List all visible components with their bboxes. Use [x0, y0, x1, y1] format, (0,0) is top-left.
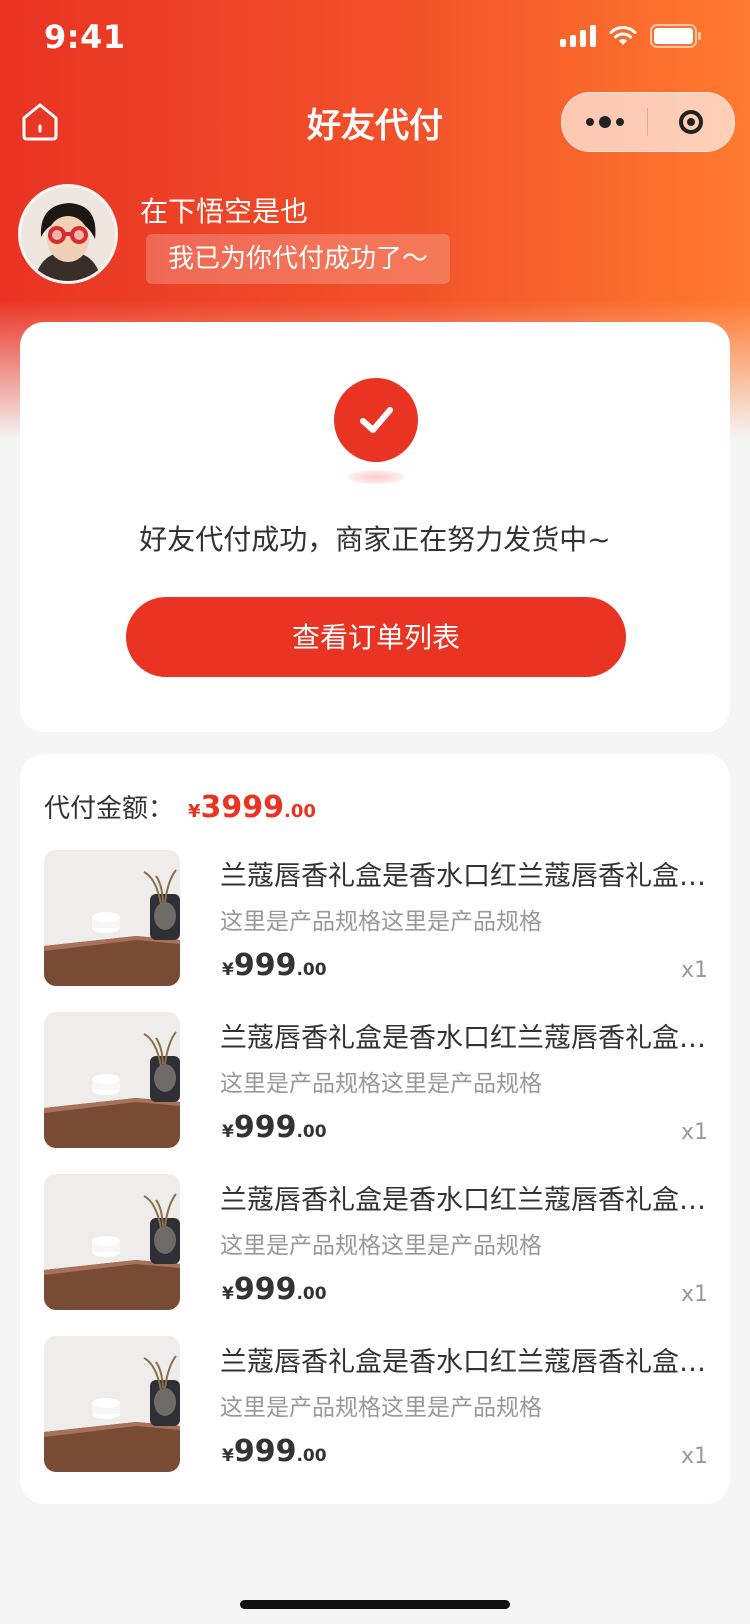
product-quantity: x1: [680, 1120, 708, 1145]
product-spec: 这里是产品规格这里是产品规格: [220, 1071, 542, 1097]
battery-icon: [650, 24, 701, 48]
payment-amount-row: 代付金额： ¥3999.00: [44, 788, 316, 825]
wifi-icon: [609, 26, 637, 45]
product-quantity: x1: [680, 1282, 708, 1307]
product-quantity: x1: [680, 1444, 708, 1469]
product-spec: 这里是产品规格这里是产品规格: [220, 1233, 542, 1259]
product-image: [44, 1174, 180, 1310]
order-goods-card: 代付金额： ¥3999.00 兰蔻唇香礼盒是香水口红兰蔻唇香礼盒是香水口红 这里…: [20, 754, 730, 1504]
avatar: [18, 184, 118, 284]
product-image: [44, 1012, 180, 1148]
product-price: ¥999.00: [222, 948, 327, 983]
payment-amount-label: 代付金额：: [44, 794, 175, 824]
status-bar: 9:41: [0, 0, 750, 80]
status-time: 9:41: [44, 18, 126, 56]
product-spec: 这里是产品规格这里是产品规格: [220, 1395, 542, 1421]
list-item[interactable]: 兰蔻唇香礼盒是香水口红兰蔻唇香礼盒是香水口红 这里是产品规格这里是产品规格 ¥9…: [44, 1336, 708, 1472]
success-message: 好友代付成功，商家正在努力发货中~: [139, 523, 611, 556]
product-name: 兰蔻唇香礼盒是香水口红兰蔻唇香礼盒是香水口红: [220, 861, 708, 892]
product-price: ¥999.00: [222, 1110, 327, 1145]
more-icon: [585, 116, 624, 128]
mini-program-capsule: [561, 92, 735, 152]
status-icons: [560, 24, 702, 48]
close-mini-program-button[interactable]: [648, 93, 733, 151]
home-indicator: [240, 1600, 510, 1609]
product-price: ¥999.00: [222, 1434, 327, 1469]
success-badge-shadow: [348, 470, 404, 484]
product-image: [44, 850, 180, 986]
product-price: ¥999.00: [222, 1272, 327, 1307]
product-quantity: x1: [680, 958, 708, 983]
friend-message-bubble: 我已为你代付成功了～: [146, 234, 451, 284]
product-name: 兰蔻唇香礼盒是香水口红兰蔻唇香礼盒是香水口红: [220, 1023, 708, 1054]
product-name: 兰蔻唇香礼盒是香水口红兰蔻唇香礼盒是香水口红: [220, 1347, 708, 1378]
list-item[interactable]: 兰蔻唇香礼盒是香水口红兰蔻唇香礼盒是香水口红 这里是产品规格这里是产品规格 ¥9…: [44, 1174, 708, 1310]
friend-name: 在下悟空是也: [140, 195, 309, 228]
list-item[interactable]: 兰蔻唇香礼盒是香水口红兰蔻唇香礼盒是香水口红 这里是产品规格这里是产品规格 ¥9…: [44, 1012, 708, 1148]
success-badge: [334, 378, 418, 462]
checkmark-icon: [360, 407, 393, 433]
payment-success-card: 好友代付成功，商家正在努力发货中~ 查看订单列表: [20, 322, 730, 732]
list-item[interactable]: 兰蔻唇香礼盒是香水口红兰蔻唇香礼盒是香水口红 这里是产品规格这里是产品规格 ¥9…: [44, 850, 708, 986]
product-spec: 这里是产品规格这里是产品规格: [220, 909, 542, 935]
payment-amount-value: ¥3999.00: [188, 790, 316, 825]
more-button[interactable]: [562, 93, 647, 151]
close-mini-program-icon: [678, 110, 703, 134]
view-order-list-button[interactable]: 查看订单列表: [126, 597, 626, 677]
signal-icon: [560, 25, 596, 47]
product-image: [44, 1336, 180, 1472]
product-name: 兰蔻唇香礼盒是香水口红兰蔻唇香礼盒是香水口红: [220, 1185, 708, 1216]
navigation-bar: 好友代付: [0, 82, 750, 162]
